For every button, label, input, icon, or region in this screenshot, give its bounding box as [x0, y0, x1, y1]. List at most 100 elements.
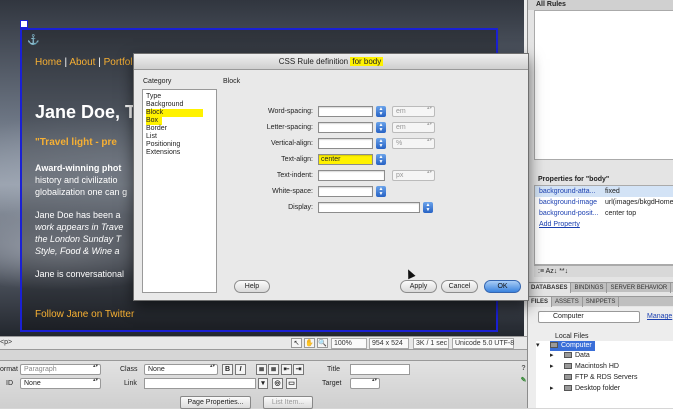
- tree-item-data[interactable]: Data: [564, 351, 590, 361]
- letter-spacing-input[interactable]: [318, 122, 373, 133]
- database-tabs: DATABASES BINDINGS SERVER BEHAVIOR: [528, 282, 673, 293]
- properties-header: Properties for "body": [538, 176, 610, 183]
- bio-line: Award-winning phot: [35, 163, 122, 173]
- download-time: 3K / 1 sec: [413, 338, 449, 349]
- follow-twitter-link[interactable]: Follow Jane on Twitter: [35, 309, 134, 320]
- tree-item-computer[interactable]: Computer: [550, 341, 595, 351]
- property-row[interactable]: background-posit... center top: [535, 208, 673, 219]
- vertical-align-input[interactable]: [318, 138, 373, 149]
- nav-about-link[interactable]: About: [69, 57, 95, 68]
- tab-assets[interactable]: ASSETS: [552, 297, 583, 307]
- panel-dock: All Rules Properties for "body" backgrou…: [527, 0, 673, 408]
- zoom-tool-icon[interactable]: 🔍: [317, 338, 328, 348]
- site-select[interactable]: Computer: [538, 311, 640, 323]
- tree-item-desktop[interactable]: Desktop folder: [564, 384, 620, 394]
- hand-tool-icon[interactable]: ✋: [304, 338, 315, 348]
- display-dropdown-icon[interactable]: ▲ ▼: [423, 202, 433, 213]
- target-select[interactable]: [350, 378, 380, 389]
- category-positioning[interactable]: Positioning: [146, 141, 180, 149]
- all-rules-list[interactable]: [534, 10, 673, 160]
- tree-expand-icon[interactable]: ▸: [550, 351, 554, 361]
- text-align-dropdown-icon[interactable]: ▲ ▼: [376, 154, 386, 165]
- text-align-label: Text-align:: [281, 156, 313, 163]
- tab-bindings[interactable]: BINDINGS: [571, 283, 608, 293]
- tab-server-behaviors[interactable]: SERVER BEHAVIOR: [607, 283, 672, 293]
- white-space-select[interactable]: [318, 186, 373, 197]
- tree-item-ftp-rds[interactable]: FTP & RDS Servers: [564, 373, 638, 383]
- italic-button[interactable]: I: [235, 364, 246, 375]
- window-size-select[interactable]: 954 x 524: [369, 338, 409, 349]
- class-select[interactable]: None: [144, 364, 218, 375]
- display-select[interactable]: [318, 202, 420, 213]
- letter-spacing-unit[interactable]: em: [392, 122, 435, 133]
- block-properties: Word-spacing: ▲▼ em Letter-spacing: ▲▼ e…: [222, 87, 522, 307]
- category-list-item[interactable]: List: [146, 133, 157, 141]
- unordered-list-icon[interactable]: ≣: [256, 364, 267, 375]
- bio-line: work appears in Trave: [35, 222, 124, 232]
- category-list: Type Background Block Box Border List Po…: [142, 89, 217, 293]
- list-item-button[interactable]: List Item...: [263, 396, 313, 409]
- property-value: fixed: [605, 188, 620, 195]
- text-align-select[interactable]: center: [318, 154, 373, 165]
- category-border[interactable]: Border: [146, 125, 167, 133]
- selection-handle[interactable]: [20, 20, 28, 28]
- properties-table: background-atta... fixed background-imag…: [534, 185, 673, 265]
- vertical-align-dropdown-icon[interactable]: ▲ ▼: [376, 138, 386, 149]
- tree-item-macintosh-hd[interactable]: Macintosh HD: [564, 362, 619, 372]
- outdent-icon[interactable]: ⇤: [281, 364, 292, 375]
- tag-selector[interactable]: <p>: [0, 339, 12, 346]
- category-box[interactable]: Box: [146, 117, 163, 125]
- category-block[interactable]: Block: [146, 109, 203, 117]
- cancel-button[interactable]: Cancel: [441, 280, 478, 293]
- tree-expand-icon[interactable]: ▸: [550, 384, 554, 394]
- category-type[interactable]: Type: [146, 93, 161, 101]
- link-field[interactable]: [144, 378, 256, 389]
- ordered-list-icon[interactable]: ≣: [268, 364, 279, 375]
- id-select[interactable]: None: [20, 378, 101, 389]
- bio-line: the London Sunday T: [35, 234, 122, 244]
- text-indent-unit[interactable]: px: [392, 170, 435, 181]
- tab-snippets[interactable]: SNIPPETS: [583, 297, 620, 307]
- format-select[interactable]: Paragraph: [20, 364, 101, 375]
- local-files-label: Local Files: [555, 333, 589, 340]
- category-extensions[interactable]: Extensions: [146, 149, 180, 157]
- tab-files[interactable]: FILES: [528, 297, 553, 307]
- page-properties-button[interactable]: Page Properties...: [180, 396, 251, 409]
- nav-home-link[interactable]: Home: [35, 57, 62, 68]
- text-indent-input[interactable]: [318, 170, 385, 181]
- css-panel-toolbar[interactable]: :≡ Az↓ **↓: [534, 265, 673, 277]
- property-row[interactable]: background-atta... fixed: [535, 186, 673, 197]
- letter-spacing-dropdown-icon[interactable]: ▲ ▼: [376, 122, 386, 133]
- link-dropdown-icon[interactable]: ▾: [258, 378, 268, 389]
- word-spacing-unit[interactable]: em: [392, 106, 435, 117]
- apply-button[interactable]: Apply: [400, 280, 437, 293]
- white-space-dropdown-icon[interactable]: ▲ ▼: [376, 186, 386, 197]
- indent-icon[interactable]: ⇥: [293, 364, 304, 375]
- browse-folder-icon[interactable]: ▭: [286, 378, 297, 389]
- nav-portfolio-link[interactable]: Portfol: [104, 57, 133, 68]
- word-spacing-input[interactable]: [318, 106, 373, 117]
- point-to-file-icon[interactable]: ◎: [272, 378, 283, 389]
- word-spacing-dropdown-icon[interactable]: ▲ ▼: [376, 106, 386, 117]
- category-background[interactable]: Background: [146, 101, 183, 109]
- pointer-tool-icon[interactable]: ↖: [291, 338, 302, 348]
- add-property-link[interactable]: Add Property: [539, 219, 580, 230]
- bio-line: history and civilizatio: [35, 175, 118, 185]
- bio-line: Jane Doe has been a: [35, 210, 121, 220]
- bio-line: globalization one can g: [35, 187, 128, 197]
- tree-expand-icon[interactable]: ▸: [550, 362, 554, 372]
- vertical-align-unit[interactable]: %: [392, 138, 435, 149]
- tree-expand-icon[interactable]: ▾: [536, 341, 540, 351]
- bold-button[interactable]: B: [222, 364, 233, 375]
- title-field[interactable]: [350, 364, 410, 375]
- tab-databases[interactable]: DATABASES: [528, 283, 572, 293]
- manage-sites-link[interactable]: Manage: [647, 313, 672, 320]
- ok-button[interactable]: OK: [484, 280, 521, 293]
- drive-icon: [564, 352, 572, 359]
- folder-icon: [564, 385, 572, 392]
- help-button[interactable]: Help: [234, 280, 270, 293]
- property-row[interactable]: background-image url(images/bkgdHome...: [535, 197, 673, 208]
- files-panel: Computer Manage Local Files ▾ Computer ▸…: [528, 307, 673, 408]
- zoom-select[interactable]: 100%: [331, 338, 367, 349]
- dialog-title-text: CSS Rule definition: [278, 57, 351, 66]
